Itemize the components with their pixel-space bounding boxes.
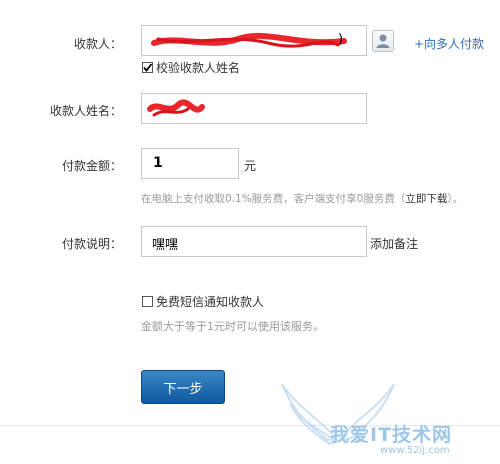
payee-label: 收款人： bbox=[73, 37, 122, 51]
note-input[interactable]: 嘿嘿 bbox=[141, 226, 367, 257]
next-button[interactable]: 下一步 bbox=[141, 370, 225, 404]
verify-payee-label: 校验收款人姓名 bbox=[156, 61, 241, 75]
fee-hint-text: 在电脑上支付收取0.1%服务费，客户端支付享0服务费（ bbox=[141, 193, 406, 205]
note-label: 付款说明： bbox=[61, 237, 122, 251]
verify-payee-checkbox[interactable] bbox=[142, 62, 153, 73]
payee-name-label: 收款人姓名： bbox=[49, 104, 122, 118]
sms-notify-checkbox[interactable] bbox=[142, 296, 153, 307]
amount-label: 付款金额： bbox=[61, 159, 122, 173]
fee-hint-suffix: ）。 bbox=[447, 193, 464, 205]
watermark-logo-text: 我爱IT技术网 bbox=[330, 424, 453, 446]
download-link[interactable]: 立即下载 bbox=[405, 193, 447, 205]
redaction-scribble bbox=[151, 33, 347, 48]
payee-input[interactable]: ) bbox=[141, 25, 367, 56]
verify-payee-checkbox-row[interactable]: 校验收款人姓名 bbox=[142, 59, 240, 76]
add-note-link[interactable]: 添加备注 bbox=[370, 235, 418, 252]
sms-notify-label: 免费短信通知收款人 bbox=[156, 295, 265, 309]
watermark-url: www.52ij.com bbox=[380, 445, 450, 456]
note-value: 嘿嘿 bbox=[152, 238, 179, 253]
payee-paren: ) bbox=[338, 32, 344, 47]
sms-notify-checkbox-row[interactable]: 免费短信通知收款人 bbox=[142, 293, 264, 310]
amount-input[interactable]: 1 bbox=[141, 148, 239, 179]
amount-unit: 元 bbox=[244, 159, 257, 173]
amount-fee-hint: 在电脑上支付收取0.1%服务费，客户端支付享0服务费（立即下载）。 bbox=[141, 191, 463, 206]
amount-value: 1 bbox=[153, 155, 163, 171]
payee-name-input[interactable] bbox=[141, 93, 367, 124]
multi-payee-link[interactable]: +向多人付款 bbox=[414, 35, 484, 52]
redaction-scribble bbox=[147, 99, 205, 117]
contact-person-icon[interactable] bbox=[372, 30, 394, 52]
sms-hint: 金额大于等于1元时可以使用该服务。 bbox=[141, 320, 324, 333]
